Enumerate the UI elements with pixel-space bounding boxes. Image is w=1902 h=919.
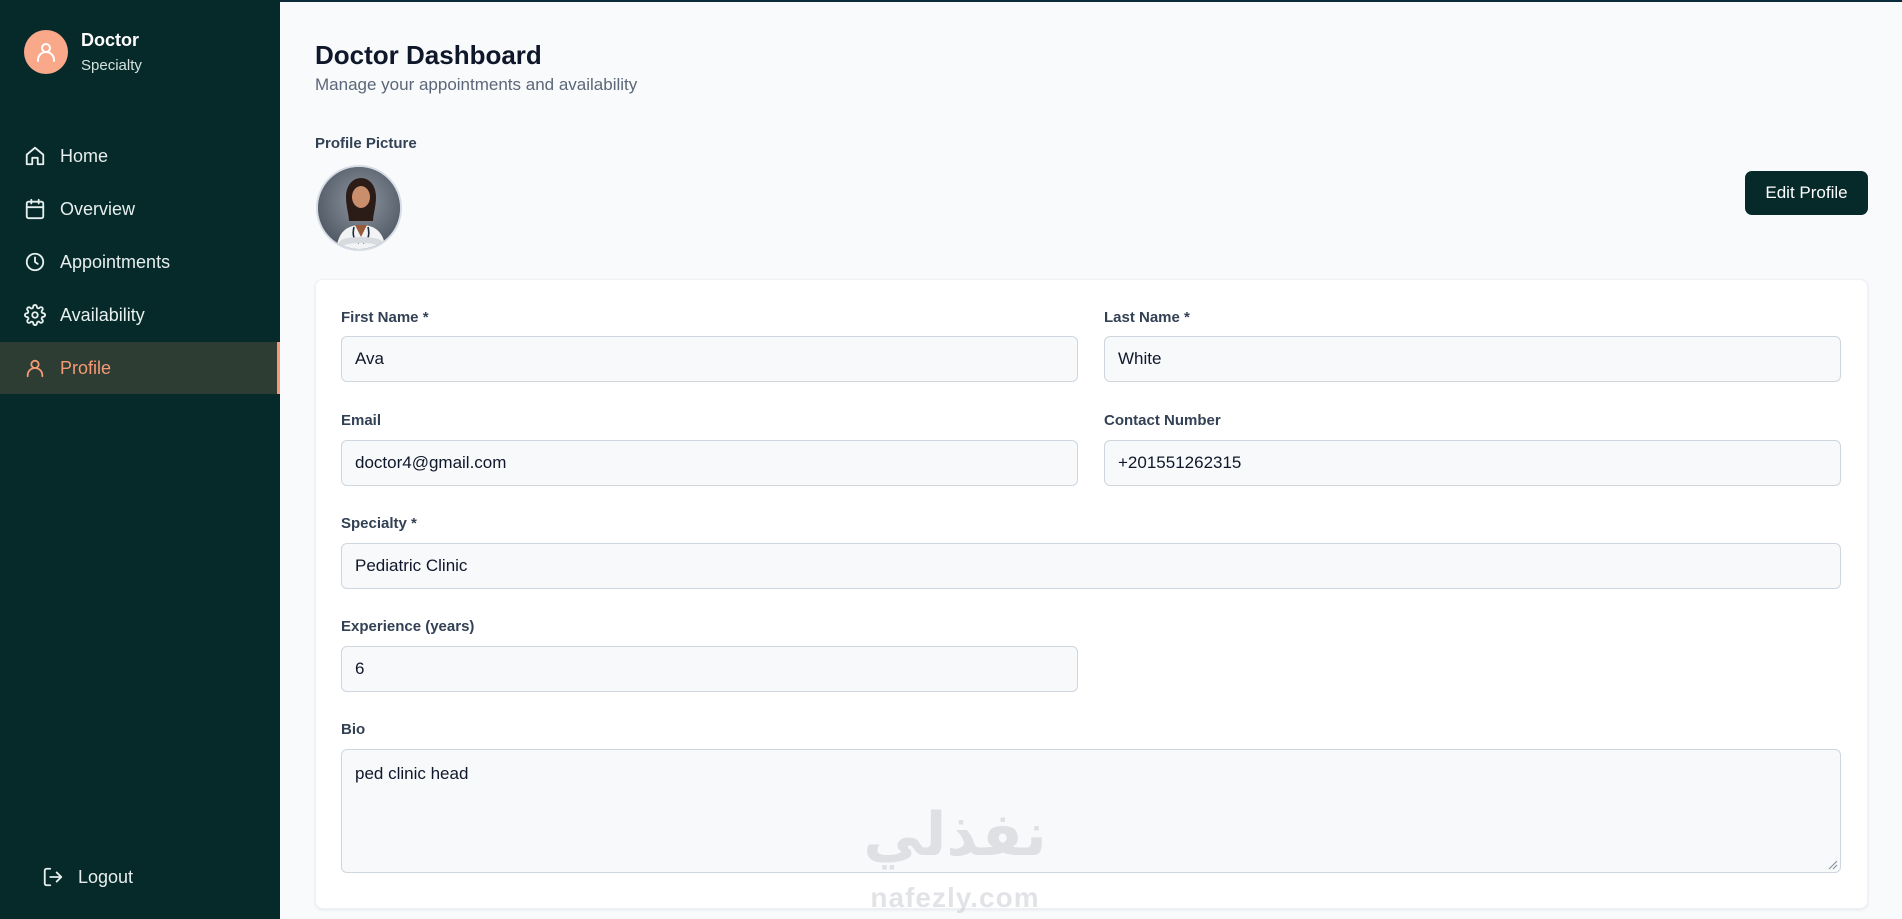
sidebar-item-overview[interactable]: Overview bbox=[0, 183, 280, 235]
contact-number-field[interactable]: +201551262315 bbox=[1104, 440, 1841, 486]
profile-picture-label: Profile Picture bbox=[315, 135, 417, 152]
user-name: Doctor bbox=[81, 30, 139, 50]
sidebar-item-label: Overview bbox=[60, 198, 136, 219]
sidebar-item-label: Availability bbox=[60, 304, 145, 325]
sidebar-item-label: Profile bbox=[60, 357, 112, 378]
profile-form-card: First Name * Ava Last Name * White Email… bbox=[315, 279, 1868, 909]
user-card: Doctor Specialty bbox=[24, 30, 142, 74]
sidebar-item-appointments[interactable]: Appointments bbox=[0, 236, 280, 288]
sidebar-item-label: Appointments bbox=[60, 251, 171, 272]
logout-icon bbox=[42, 866, 64, 888]
bio-label: Bio bbox=[341, 721, 366, 738]
edit-profile-button[interactable]: Edit Profile bbox=[1745, 171, 1868, 215]
resize-handle-icon[interactable] bbox=[1828, 860, 1838, 870]
user-specialty: Specialty bbox=[81, 57, 142, 74]
top-accent-line bbox=[280, 0, 1902, 2]
logout-label: Logout bbox=[78, 866, 134, 887]
email-label: Email bbox=[341, 412, 382, 429]
first-name-field[interactable]: Ava bbox=[341, 336, 1078, 382]
home-icon bbox=[24, 145, 46, 167]
gear-icon bbox=[24, 304, 46, 326]
experience-field[interactable]: 6 bbox=[341, 646, 1078, 692]
bio-textarea[interactable]: ped clinic head bbox=[341, 749, 1841, 873]
specialty-label: Specialty * bbox=[341, 515, 417, 532]
user-avatar-icon bbox=[24, 30, 68, 74]
bio-text: ped clinic head bbox=[355, 764, 469, 783]
clock-icon bbox=[24, 251, 46, 273]
calendar-icon bbox=[24, 198, 46, 220]
page-subtitle: Manage your appointments and availabilit… bbox=[315, 75, 638, 94]
profile-picture bbox=[316, 165, 402, 251]
email-field[interactable]: doctor4@gmail.com bbox=[341, 440, 1078, 486]
doctor-photo-icon bbox=[318, 167, 400, 249]
sidebar: Doctor Specialty Home Overview Appointme… bbox=[0, 0, 280, 919]
experience-label: Experience (years) bbox=[341, 618, 475, 635]
logout-button[interactable]: Logout bbox=[42, 866, 133, 888]
first-name-label: First Name * bbox=[341, 309, 429, 326]
page-title: Doctor Dashboard bbox=[315, 40, 542, 70]
sidebar-item-profile[interactable]: Profile bbox=[0, 342, 280, 394]
sidebar-item-home[interactable]: Home bbox=[0, 130, 280, 182]
last-name-label: Last Name * bbox=[1104, 309, 1190, 326]
sidebar-nav: Home Overview Appointments Availability … bbox=[0, 130, 280, 395]
user-icon bbox=[24, 357, 46, 379]
contact-number-label: Contact Number bbox=[1104, 412, 1221, 429]
specialty-field[interactable]: Pediatric Clinic bbox=[341, 543, 1841, 589]
sidebar-item-availability[interactable]: Availability bbox=[0, 289, 280, 341]
sidebar-item-label: Home bbox=[60, 145, 109, 166]
last-name-field[interactable]: White bbox=[1104, 336, 1841, 382]
